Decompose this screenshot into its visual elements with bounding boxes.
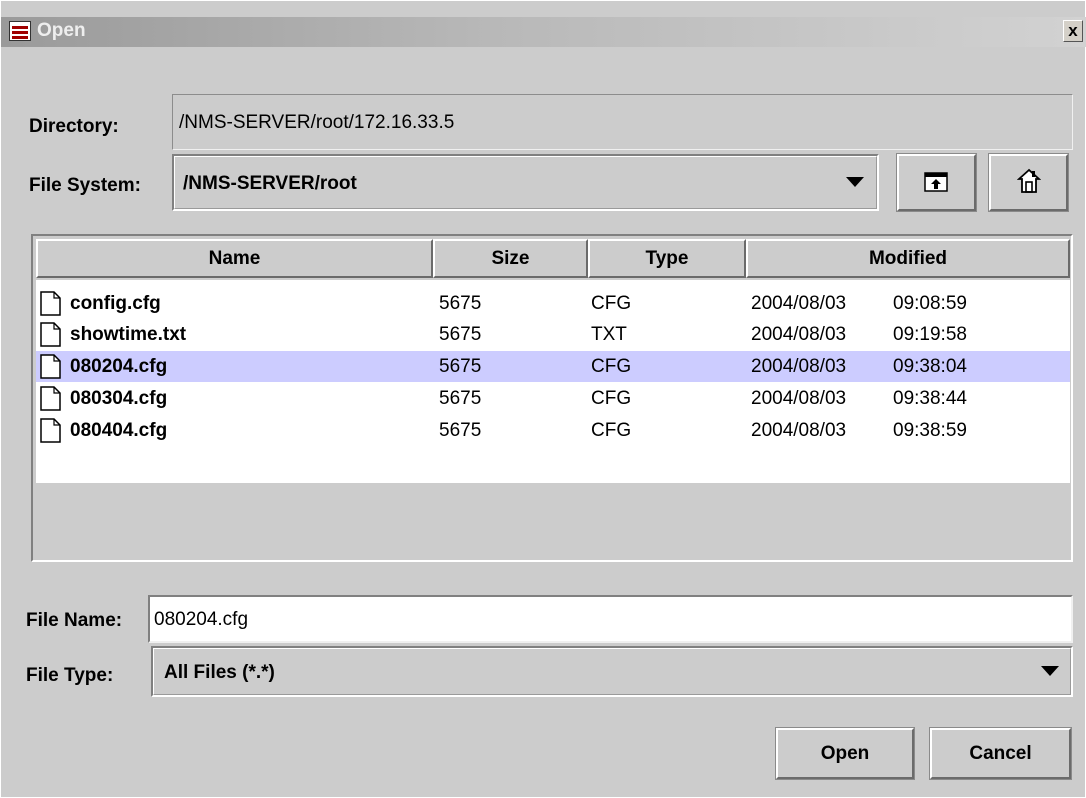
file-type-cell: TXT xyxy=(591,324,627,345)
file-system-value: /NMS-SERVER/root xyxy=(183,173,357,194)
file-name-cell: 080304.cfg xyxy=(70,388,168,409)
file-date-cell: 2004/08/03 xyxy=(751,293,847,314)
file-size-cell: 5675 xyxy=(439,388,482,409)
file-type-label: File Type: xyxy=(26,665,114,686)
open-button[interactable]: Open xyxy=(775,727,915,780)
file-type-cell: CFG xyxy=(591,420,632,441)
file-name-cell: config.cfg xyxy=(70,293,161,314)
column-header-modified[interactable]: Modified xyxy=(746,239,1070,278)
directory-label: Directory: xyxy=(29,116,119,137)
file-date-cell: 2004/08/03 xyxy=(751,420,847,441)
file-size-cell: 5675 xyxy=(439,420,482,441)
column-header-type[interactable]: Type xyxy=(588,239,746,278)
app-logo-icon xyxy=(9,21,31,41)
column-header-size[interactable]: Size xyxy=(433,239,588,278)
directory-value: /NMS-SERVER/root/172.16.33.5 xyxy=(179,112,455,133)
file-icon xyxy=(40,291,61,316)
table-row[interactable]: 080304.cfg 5675 CFG 2004/08/03 09:38:44 xyxy=(36,383,1070,414)
file-size-cell: 5675 xyxy=(439,324,482,345)
column-header-name[interactable]: Name xyxy=(36,239,433,278)
file-type-combo[interactable]: All Files (*.*) xyxy=(151,646,1073,697)
home-button[interactable] xyxy=(988,153,1069,212)
file-list-table[interactable]: Name Size Type Modified config.cfg 5675 … xyxy=(31,234,1073,562)
file-date-cell: 2004/08/03 xyxy=(751,356,847,377)
file-time-cell: 09:38:59 xyxy=(893,420,967,441)
table-row-selected[interactable]: 080204.cfg 5675 CFG 2004/08/03 09:38:04 xyxy=(36,351,1070,382)
window-title: Open xyxy=(37,20,86,41)
file-system-label: File System: xyxy=(29,175,141,196)
file-name-input[interactable]: 080204.cfg xyxy=(148,595,1073,643)
file-type-cell: CFG xyxy=(591,293,632,314)
file-name-value: 080204.cfg xyxy=(154,609,249,630)
file-name-label: File Name: xyxy=(26,610,123,631)
file-name-cell: 080404.cfg xyxy=(70,420,168,441)
open-dialog: Open x Directory: /NMS-SERVER/root/172.1… xyxy=(0,0,1086,798)
file-icon xyxy=(40,354,61,379)
file-type-value: All Files (*.*) xyxy=(164,662,275,683)
file-name-cell: showtime.txt xyxy=(70,324,187,345)
table-row[interactable]: showtime.txt 5675 TXT 2004/08/03 09:19:5… xyxy=(36,319,1070,350)
file-icon xyxy=(40,322,61,347)
table-row[interactable]: config.cfg 5675 CFG 2004/08/03 09:08:59 xyxy=(36,288,1070,319)
file-system-combo[interactable]: /NMS-SERVER/root xyxy=(172,154,879,211)
file-time-cell: 09:19:58 xyxy=(893,324,967,345)
chevron-down-icon xyxy=(846,177,864,187)
title-bar[interactable]: Open x xyxy=(1,17,1086,47)
file-date-cell: 2004/08/03 xyxy=(751,324,847,345)
file-type-cell: CFG xyxy=(591,356,632,377)
file-size-cell: 5675 xyxy=(439,356,482,377)
file-date-cell: 2004/08/03 xyxy=(751,388,847,409)
file-type-cell: CFG xyxy=(591,388,632,409)
chevron-down-icon xyxy=(1041,666,1059,676)
file-time-cell: 09:38:04 xyxy=(893,356,967,377)
file-time-cell: 09:38:44 xyxy=(893,388,967,409)
file-name-cell: 080204.cfg xyxy=(70,356,168,377)
file-time-cell: 09:08:59 xyxy=(893,293,967,314)
file-size-cell: 5675 xyxy=(439,293,482,314)
file-icon xyxy=(40,418,61,443)
file-icon xyxy=(40,386,61,411)
table-row[interactable]: 080404.cfg 5675 CFG 2004/08/03 09:38:59 xyxy=(36,415,1070,446)
cancel-button[interactable]: Cancel xyxy=(929,727,1072,780)
directory-field: /NMS-SERVER/root/172.16.33.5 xyxy=(172,94,1073,150)
home-icon xyxy=(1017,168,1041,193)
close-button[interactable]: x xyxy=(1063,20,1083,42)
file-rows: config.cfg 5675 CFG 2004/08/03 09:08:59 … xyxy=(36,280,1070,483)
up-folder-icon xyxy=(924,172,948,192)
up-folder-button[interactable] xyxy=(896,153,977,212)
